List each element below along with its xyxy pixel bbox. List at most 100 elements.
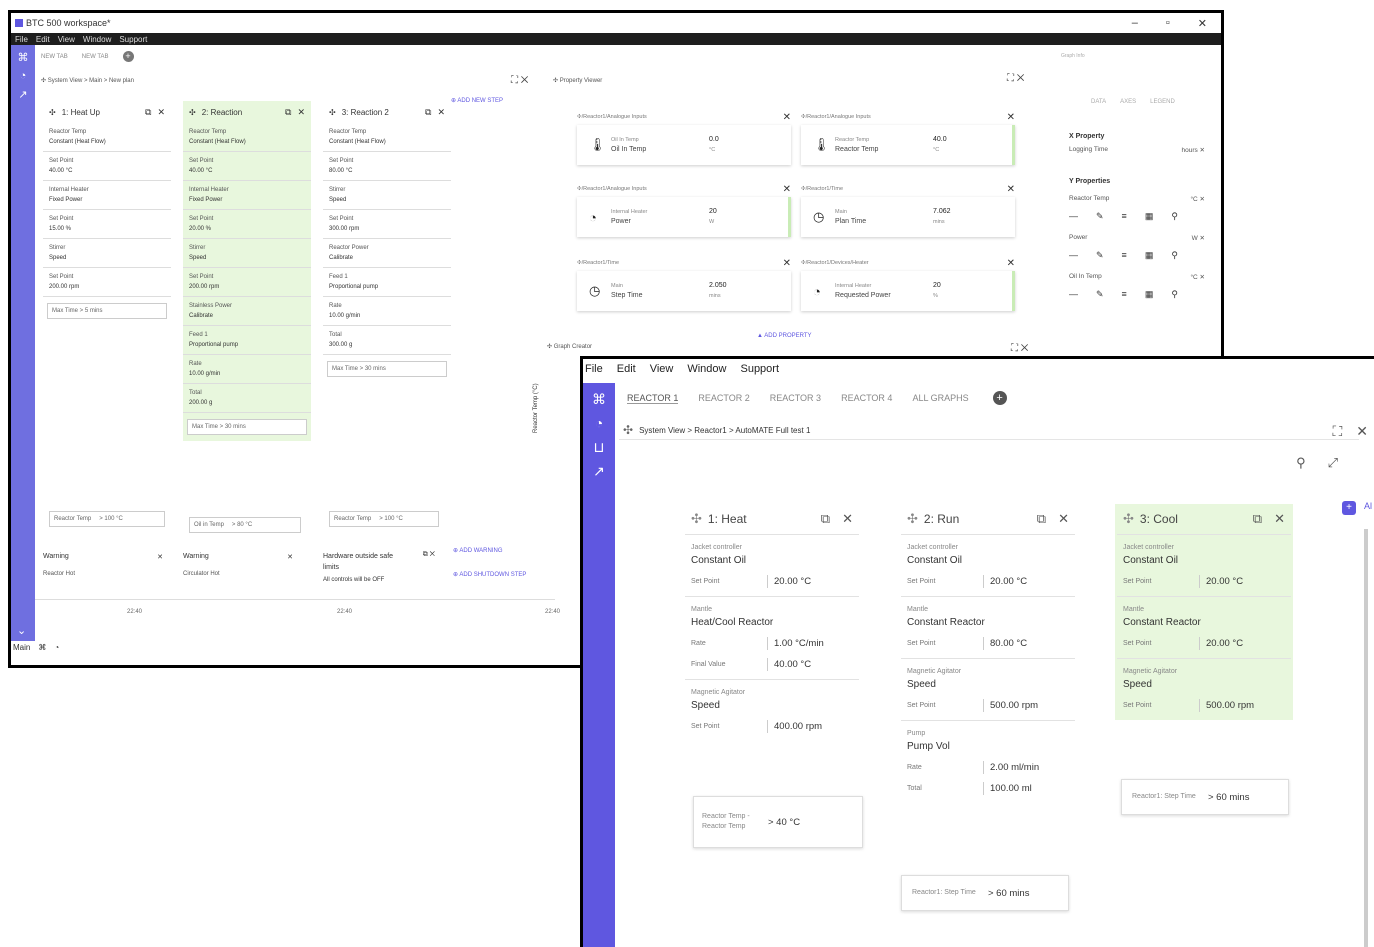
- y-property-item[interactable]: Oil In Temp °C ✕ — ✎ ≡ ▦ ⚲: [1069, 273, 1219, 300]
- search-icon[interactable]: ⚲: [1171, 250, 1178, 261]
- tab-reactor-2[interactable]: REACTOR 2: [698, 393, 749, 403]
- y-property-item[interactable]: Reactor Temp °C ✕ — ✎ ≡ ▦ ⚲: [1069, 195, 1219, 222]
- tab-legend[interactable]: LEGEND: [1150, 99, 1175, 105]
- menu-window[interactable]: Window: [687, 363, 726, 375]
- step-setting[interactable]: Total 200.00 g: [183, 384, 311, 413]
- step-setting[interactable]: Reactor Temp Constant (Heat Flow): [323, 123, 451, 152]
- menu-file[interactable]: File: [15, 35, 28, 44]
- step-setting[interactable]: Jacket controller Constant Oil Set Point 20…: [901, 534, 1075, 596]
- close-icon[interactable]: ✕: [1198, 17, 1207, 30]
- list-icon[interactable]: ≡: [1122, 289, 1127, 300]
- menu-view[interactable]: View: [58, 35, 75, 44]
- tab-data[interactable]: DATA: [1091, 99, 1106, 105]
- system-view-icon[interactable]: ⌘: [38, 643, 46, 652]
- scrollbar[interactable]: [1364, 529, 1368, 947]
- menu-window[interactable]: Window: [83, 35, 111, 44]
- close-icon[interactable]: ✕: [157, 107, 165, 118]
- add-step-icon[interactable]: +: [1342, 501, 1356, 515]
- step-setting[interactable]: Set Point 200.00 rpm: [183, 268, 311, 297]
- tab-all-graphs[interactable]: ALL GRAPHS: [912, 393, 968, 403]
- expand-icon[interactable]: ⌄: [17, 624, 26, 637]
- line-style-icon[interactable]: —: [1069, 289, 1078, 300]
- copy-icon[interactable]: ⧉: [821, 511, 830, 527]
- step-setting[interactable]: Stainless Power Calibrate: [183, 297, 311, 326]
- tab-axes[interactable]: AXES: [1120, 99, 1136, 105]
- grid-icon[interactable]: ▦: [1145, 211, 1154, 222]
- step-setting[interactable]: Mantle Heat/Cool Reactor Rate 1.00 °C/min Fi…: [685, 596, 859, 679]
- menu-file[interactable]: File: [585, 363, 603, 375]
- step-card[interactable]: ✣ 3: Cool ⧉ ✕ Jacket controller Constant Oil S…: [1115, 504, 1293, 720]
- step-setting[interactable]: Set Point 200.00 rpm: [43, 268, 171, 297]
- add-new-step-button[interactable]: ⊕ ADD NEW STEP: [451, 97, 503, 104]
- pencil-icon[interactable]: ✎: [1096, 250, 1104, 261]
- close-icon[interactable]: ✕: [783, 112, 791, 123]
- reactor-icon[interactable]: ⊔: [583, 439, 615, 457]
- move-icon[interactable]: ✣: [1123, 511, 1134, 527]
- fullscreen-icon[interactable]: ⛶ ✕: [1011, 343, 1028, 354]
- step-setting[interactable]: Magnetic Agitator Speed Set Point 500.00 rp…: [901, 658, 1075, 720]
- step-condition[interactable]: Max Time > 30 mins: [187, 419, 307, 435]
- step-setting[interactable]: Feed 1 Proportional pump: [323, 268, 451, 297]
- menu-support[interactable]: Support: [740, 363, 779, 375]
- fullscreen-icon[interactable]: ⛶: [1332, 423, 1342, 440]
- step-setting[interactable]: Jacket controller Constant Oil Set Point 20…: [1117, 534, 1291, 596]
- step-condition[interactable]: Max Time > 5 mins: [47, 303, 167, 319]
- step-setting[interactable]: Pump Pump Vol Rate 2.00 ml/min Total 100.00 m…: [901, 720, 1075, 803]
- tab-reactor-3[interactable]: REACTOR 3: [770, 393, 821, 403]
- move-icon[interactable]: ✣: [189, 108, 196, 117]
- shutdown-card[interactable]: Hardware outside safe limits ⧉ ✕ All cont…: [323, 551, 435, 583]
- tab-reactor-4[interactable]: REACTOR 4: [841, 393, 892, 403]
- step-column[interactable]: ✣ 3: Reaction 2 ⧉ ✕ Reactor Temp Constant (He…: [323, 101, 451, 383]
- step-setting[interactable]: Rate 10.00 g/min: [183, 355, 311, 384]
- step-setting[interactable]: Mantle Constant Reactor Set Point 80.00 °C: [901, 596, 1075, 658]
- gauge-icon[interactable]: ◔: [11, 70, 35, 82]
- pencil-icon[interactable]: ✎: [1096, 289, 1104, 300]
- step-card[interactable]: ✣ 2: Run ⧉ ✕ Jacket controller Constant Oil Se…: [899, 504, 1077, 803]
- add-shutdown-button[interactable]: ⊕ ADD SHUTDOWN STEP: [453, 571, 526, 578]
- menu-edit[interactable]: Edit: [617, 363, 636, 375]
- step-setting[interactable]: Stirrer Speed: [323, 181, 451, 210]
- warning-card-1[interactable]: Warning ✕ Reactor Hot: [43, 553, 163, 577]
- add-tab-icon[interactable]: +: [992, 391, 1007, 405]
- copy-icon[interactable]: ⧉: [425, 107, 431, 118]
- step-column[interactable]: ✣ 2: Reaction ⧉ ✕ Reactor Temp Constant (Heat…: [183, 101, 311, 441]
- step-setting[interactable]: Feed 1 Proportional pump: [183, 326, 311, 355]
- grid-icon[interactable]: ▦: [1145, 250, 1154, 261]
- search-icon[interactable]: ⚲: [1171, 289, 1178, 300]
- property-tile[interactable]: ✣ /Reactor1/Analogue Inputs ✕ 🌡 Reactor Tem…: [801, 109, 1015, 167]
- copy-icon[interactable]: ⧉: [1037, 511, 1046, 527]
- step-card[interactable]: ✣ 1: Heat ⧉ ✕ Jacket controller Constant Oil S…: [683, 504, 861, 741]
- step-setting[interactable]: Set Point 15.00 %: [43, 210, 171, 239]
- graph-icon[interactable]: ↗: [11, 88, 35, 101]
- gauge-icon[interactable]: ◔: [583, 415, 615, 433]
- move-icon[interactable]: ✣: [623, 423, 633, 437]
- tab-new-2[interactable]: NEW TAB: [82, 54, 109, 60]
- system-view-icon[interactable]: ⌘: [583, 391, 615, 409]
- step-setting[interactable]: Jacket controller Constant Oil Set Point 20…: [685, 534, 859, 596]
- step-column[interactable]: ✣ 1: Heat Up ⧉ ✕ Reactor Temp Constant (Heat …: [43, 101, 171, 325]
- step-setting[interactable]: Reactor Power Calibrate: [323, 239, 451, 268]
- list-icon[interactable]: ≡: [1122, 250, 1127, 261]
- step-condition[interactable]: Max Time > 30 mins: [327, 361, 447, 377]
- menu-support[interactable]: Support: [119, 35, 147, 44]
- fullscreen-icon[interactable]: ⛶ ✕: [1007, 73, 1024, 84]
- y-property-item[interactable]: Power W ✕ — ✎ ≡ ▦ ⚲: [1069, 234, 1219, 261]
- step-setting[interactable]: Set Point 80.00 °C: [323, 152, 451, 181]
- copy-icon[interactable]: ⧉: [145, 107, 151, 118]
- property-tile[interactable]: ✣ /Reactor1/Time ✕ ◷ Main Step Time 2.050 mins: [577, 255, 791, 313]
- move-icon[interactable]: ✣: [329, 108, 336, 117]
- tab-new-1[interactable]: NEW TAB: [41, 54, 68, 60]
- search-icon[interactable]: ⚲: [1296, 455, 1306, 471]
- x-property-row[interactable]: Logging Time hours ✕: [1069, 146, 1219, 154]
- property-tile[interactable]: ✣ /Reactor1/Analogue Inputs ✕ 🌡 Oil In Temp…: [577, 109, 791, 167]
- property-tile[interactable]: ✣ /Reactor1/Time ✕ ◷ Main Plan Time 7.062 mins: [801, 181, 1015, 239]
- warning-condition-3[interactable]: Reactor Temp > 100 °C: [329, 511, 439, 527]
- tab-reactor-1[interactable]: REACTOR 1: [627, 393, 679, 404]
- step-setting[interactable]: Set Point 20.00 %: [183, 210, 311, 239]
- expand-icon[interactable]: ⤢: [1328, 455, 1338, 471]
- move-icon[interactable]: ✣: [691, 511, 702, 527]
- menu-view[interactable]: View: [650, 363, 674, 375]
- close-icon[interactable]: ✕: [297, 107, 305, 118]
- warning-condition-2[interactable]: Oil in Temp > 80 °C: [189, 517, 301, 533]
- close-icon[interactable]: ✕: [1007, 184, 1015, 195]
